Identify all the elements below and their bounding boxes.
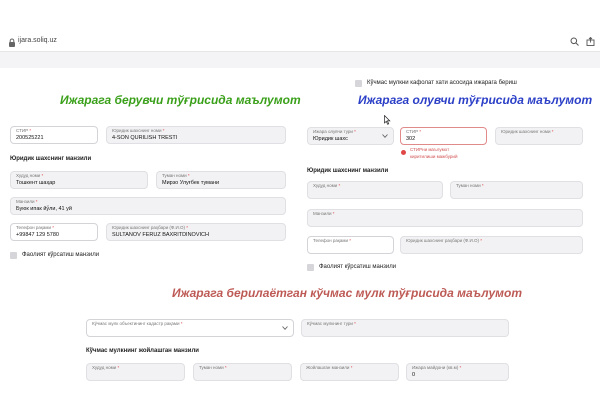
required-asterisk: *: [337, 183, 341, 188]
lessor-region-field[interactable]: Худуд номи * Тошкент шаҳар: [10, 171, 148, 189]
chevron-down-icon: [282, 326, 288, 330]
property-area-value: 0: [412, 372, 416, 378]
property-type-label: Кўчмас мулкнинг тури *: [307, 321, 356, 326]
required-asterisk: *: [116, 365, 120, 370]
required-asterisk: *: [331, 211, 335, 216]
property-area-field[interactable]: Ижара майдони (кв.м) * 0: [406, 363, 509, 381]
property-street-field[interactable]: Жойлашган манзили *: [300, 363, 399, 381]
guarantee-label: Кўчмас мулкни кафолат хати асосида ижара…: [367, 80, 517, 86]
lessor-phone-value: +99847 129 5780: [16, 232, 59, 238]
lessor-head-field[interactable]: Юридик шахснинг раҳбари (Ф.И.О) * SULTAN…: [106, 223, 286, 241]
lessee-head-label: Юридик шахснинг раҳбари (Ф.И.О) *: [406, 238, 483, 243]
property-region-field[interactable]: Худуд номи *: [86, 363, 185, 381]
lessor-title: Ижарага берувчи тўғрисида маълумот: [60, 93, 301, 107]
lessee-region-label: Худуд номи *: [313, 183, 341, 188]
chevron-down-icon: [382, 134, 388, 138]
required-asterisk: *: [349, 365, 353, 370]
lessor-activity-checkbox[interactable]: [10, 252, 17, 259]
lessor-stir-value: 200525221: [16, 135, 44, 141]
lessee-type-value: Юридик шахс: [313, 136, 348, 142]
required-asterisk: *: [34, 199, 38, 204]
mouse-cursor-icon: [384, 115, 391, 125]
cadastre-select[interactable]: Кўчмас мулк объектининг кадастр рақами *: [86, 319, 294, 337]
lessee-head-field[interactable]: Юридик шахснинг раҳбари (Ф.И.О) *: [400, 236, 583, 254]
required-asterisk: *: [418, 129, 422, 134]
error-icon: [401, 150, 406, 155]
lessee-street-label: Манзили *: [313, 211, 335, 216]
property-address-heading: Кўчмас мулкнинг жойлашган манзили: [86, 348, 199, 354]
browser-toolbar: ijara.soliq.uz: [0, 0, 600, 52]
lessee-address-heading: Юридик шахснинг манзили: [307, 168, 389, 174]
required-asterisk: *: [51, 225, 55, 230]
required-asterisk: *: [352, 321, 356, 326]
lessor-region-value: Тошкент шаҳар: [16, 180, 56, 186]
lessor-street-value: Буюк ипак йўли, 41 уй: [16, 206, 72, 212]
lessor-district-field[interactable]: Туман номи * Мирзо Улуғбек тумани: [156, 171, 286, 189]
required-asterisk: *: [161, 128, 165, 133]
required-asterisk: *: [352, 129, 356, 134]
property-district-label: Туман номи *: [199, 365, 227, 370]
required-asterisk: *: [179, 321, 183, 326]
url-text[interactable]: ijara.soliq.uz: [18, 37, 57, 44]
lessee-title: Ижарага олувчи тўғрисида маълумот: [358, 93, 593, 107]
lessee-type-label: Ижара олувчи тури *: [313, 129, 356, 134]
lessor-street-label: Манзили *: [16, 199, 38, 204]
lessee-stir-error: СТИРни маълумот киритилиши мажбурий: [410, 147, 458, 159]
lessor-street-field[interactable]: Манзили * Буюк ипак йўли, 41 уй: [10, 197, 286, 215]
lessee-district-field[interactable]: Туман номи *: [450, 181, 583, 199]
cadastre-label: Кўчмас мулк объектининг кадастр рақами *: [92, 321, 183, 326]
lessor-address-heading: Юридик шахснинг манзили: [10, 156, 92, 162]
lessee-type-select[interactable]: Ижара олувчи тури * Юридик шахс: [307, 127, 394, 145]
header-strip: [0, 52, 600, 68]
required-asterisk: *: [458, 365, 462, 370]
lock-icon: [9, 38, 15, 47]
lessee-phone-label: Телефон рақами *: [313, 238, 352, 243]
property-street-label: Жойлашган манзили *: [306, 365, 353, 370]
lessor-head-label: Юридик шахснинг раҳбари (Ф.И.О) *: [112, 225, 189, 230]
lessee-phone-field[interactable]: Телефон рақами *: [307, 236, 394, 254]
property-title: Ижарага берилаётган кўчмас мулк тўғрисид…: [172, 286, 522, 300]
address-bar[interactable]: ijara.soliq.uz: [0, 34, 600, 50]
lessor-activity-label: Фаолият кўрсатиш манзили: [22, 252, 100, 258]
lessor-stir-label: СТИР *: [16, 128, 32, 133]
lessor-district-label: Туман номи *: [162, 173, 190, 178]
lessee-region-field[interactable]: Худуд номи *: [307, 181, 443, 199]
lessee-stir-value: 302: [406, 136, 416, 142]
lessee-name-field[interactable]: Юридик шахснинг номи *: [495, 127, 583, 145]
required-asterisk: *: [480, 183, 484, 188]
guarantee-checkbox[interactable]: [355, 80, 362, 87]
lessee-name-label: Юридик шахснинг номи *: [501, 129, 554, 134]
property-area-label: Ижара майдони (кв.м) *: [412, 365, 462, 370]
lessor-phone-field[interactable]: Телефон рақами * +99847 129 5780: [10, 223, 98, 241]
lessee-street-field[interactable]: Манзили *: [307, 209, 583, 227]
lessor-head-value: SULTANOV FERUZ BAXRITDINOVICH: [112, 232, 209, 238]
lessor-name-value: 4-SON QURILISH TRESTI: [112, 135, 178, 141]
lessor-district-value: Мирзо Улуғбек тумани: [162, 180, 220, 186]
lessee-stir-label: СТИР *: [406, 129, 422, 134]
lessor-name-label: Юридик шахснинг номи *: [112, 128, 165, 133]
required-asterisk: *: [40, 173, 44, 178]
lessee-district-label: Туман номи *: [456, 183, 484, 188]
required-asterisk: *: [348, 238, 352, 243]
lessee-activity-label: Фаолият кўрсатиш манзили: [319, 264, 397, 270]
lessor-name-field[interactable]: Юридик шахснинг номи * 4-SON QURILISH TR…: [106, 126, 286, 144]
lessee-stir-field[interactable]: СТИР * 302: [400, 127, 487, 145]
required-asterisk: *: [223, 365, 227, 370]
property-region-label: Худуд номи *: [92, 365, 120, 370]
property-type-field[interactable]: Кўчмас мулкнинг тури *: [301, 319, 509, 337]
property-district-field[interactable]: Туман номи *: [193, 363, 292, 381]
required-asterisk: *: [186, 173, 190, 178]
required-asterisk: *: [28, 128, 32, 133]
zoom-icon[interactable]: [570, 37, 579, 46]
lessor-phone-label: Телефон рақами *: [16, 225, 55, 230]
lessee-activity-checkbox[interactable]: [307, 264, 314, 271]
lessor-region-label: Худуд номи *: [16, 173, 44, 178]
lessor-stir-field[interactable]: СТИР * 200525221: [10, 126, 98, 144]
required-asterisk: *: [479, 238, 483, 243]
share-icon[interactable]: [586, 37, 595, 46]
required-asterisk: *: [185, 225, 189, 230]
required-asterisk: *: [550, 129, 554, 134]
